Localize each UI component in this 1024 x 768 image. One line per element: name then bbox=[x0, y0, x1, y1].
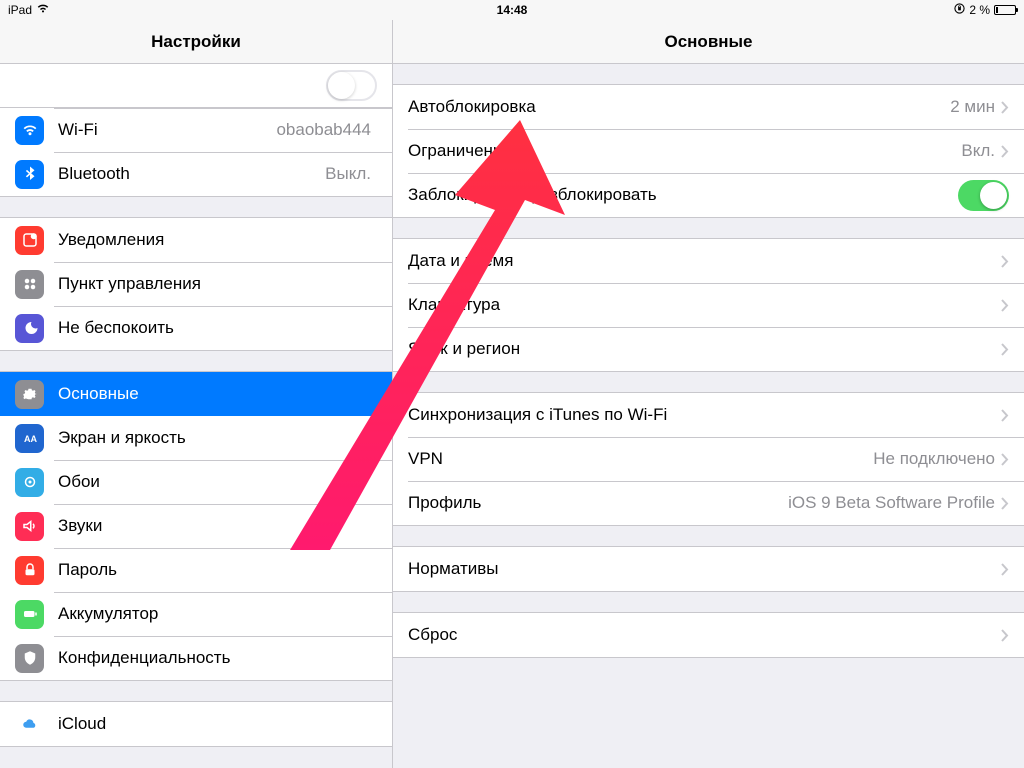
sidebar-item-label: Пункт управления bbox=[58, 274, 377, 294]
sidebar-item-label: Конфиденциальность bbox=[58, 648, 377, 668]
row-lock-unlock[interactable]: Заблокировать/разблокировать bbox=[393, 173, 1024, 217]
row-label: Автоблокировка bbox=[408, 97, 950, 117]
sidebar-item-label: Wi-Fi bbox=[58, 120, 276, 140]
row-vpn[interactable]: VPN Не подключено bbox=[393, 437, 1024, 481]
row-value: iOS 9 Beta Software Profile bbox=[788, 493, 995, 513]
detail-scroll[interactable]: Автоблокировка 2 мин Ограничения Вкл. За… bbox=[393, 64, 1024, 768]
battery-percent: 2 % bbox=[969, 3, 990, 17]
chevron-right-icon bbox=[1001, 409, 1009, 422]
status-right: 2 % bbox=[954, 3, 1016, 17]
sidebar-item-wallpaper[interactable]: Обои bbox=[0, 460, 392, 504]
row-label: Нормативы bbox=[408, 559, 1001, 579]
row-autolock[interactable]: Автоблокировка 2 мин bbox=[393, 85, 1024, 129]
sidebar-item-label: Bluetooth bbox=[58, 164, 325, 184]
row-value: Не подключено bbox=[873, 449, 995, 469]
sidebar-item-dnd[interactable]: Не беспокоить bbox=[0, 306, 392, 350]
sidebar-item-label: Обои bbox=[58, 472, 377, 492]
status-bar: iPad 14:48 2 % bbox=[0, 0, 1024, 20]
wallpaper-icon bbox=[15, 468, 44, 497]
status-left: iPad bbox=[8, 3, 50, 17]
sidebar-item-label: Звуки bbox=[58, 516, 377, 536]
sidebar-item-privacy[interactable]: Конфиденциальность bbox=[0, 636, 392, 680]
gear-icon bbox=[15, 380, 44, 409]
status-time: 14:48 bbox=[497, 3, 528, 17]
sidebar-item-label: Экран и яркость bbox=[58, 428, 377, 448]
notifications-icon bbox=[15, 226, 44, 255]
sidebar-item-label: Основные bbox=[58, 384, 377, 404]
lock-unlock-toggle[interactable] bbox=[958, 180, 1009, 211]
row-label: Язык и регион bbox=[408, 339, 1001, 359]
bluetooth-icon bbox=[15, 160, 44, 189]
sidebar-item-label: Аккумулятор bbox=[58, 604, 377, 624]
chevron-right-icon bbox=[1001, 101, 1009, 114]
row-value: Вкл. bbox=[961, 141, 995, 161]
airplane-toggle[interactable] bbox=[326, 70, 377, 101]
sidebar-item-sounds[interactable]: Звуки bbox=[0, 504, 392, 548]
svg-text:AA: AA bbox=[24, 434, 37, 444]
sidebar-item-label: Пароль bbox=[58, 560, 377, 580]
rotation-lock-icon bbox=[954, 3, 965, 17]
row-regulatory[interactable]: Нормативы bbox=[393, 547, 1024, 591]
row-profile[interactable]: Профиль iOS 9 Beta Software Profile bbox=[393, 481, 1024, 525]
sidebar-item-icloud[interactable]: iCloud bbox=[0, 702, 392, 746]
chevron-right-icon bbox=[1001, 629, 1009, 642]
row-label: Дата и время bbox=[408, 251, 1001, 271]
chevron-right-icon bbox=[1001, 299, 1009, 312]
sidebar-item-general[interactable]: Основные bbox=[0, 372, 392, 416]
row-label: Профиль bbox=[408, 493, 788, 513]
sidebar-item-battery[interactable]: Аккумулятор bbox=[0, 592, 392, 636]
chevron-right-icon bbox=[1001, 145, 1009, 158]
wifi-icon bbox=[36, 3, 50, 17]
dnd-icon bbox=[15, 314, 44, 343]
sidebar-item-value: Выкл. bbox=[325, 164, 371, 184]
row-itunes-wifi-sync[interactable]: Синхронизация с iTunes по Wi-Fi bbox=[393, 393, 1024, 437]
sidebar-item-bluetooth[interactable]: Bluetooth Выкл. bbox=[0, 152, 392, 196]
sidebar-item-passcode[interactable]: Пароль bbox=[0, 548, 392, 592]
sidebar-item-airplane[interactable] bbox=[0, 64, 392, 108]
sidebar-title: Настройки bbox=[0, 20, 392, 64]
chevron-right-icon bbox=[1001, 497, 1009, 510]
detail-title: Основные bbox=[393, 20, 1024, 64]
sidebar-item-label: Не беспокоить bbox=[58, 318, 377, 338]
device-name: iPad bbox=[8, 3, 32, 17]
row-label: Заблокировать/разблокировать bbox=[408, 185, 958, 205]
sounds-icon bbox=[15, 512, 44, 541]
row-label: Синхронизация с iTunes по Wi-Fi bbox=[408, 405, 1001, 425]
sidebar-item-control-center[interactable]: Пункт управления bbox=[0, 262, 392, 306]
sidebar-item-display[interactable]: AA Экран и яркость bbox=[0, 416, 392, 460]
icloud-icon bbox=[15, 710, 44, 739]
sidebar-item-label: Уведомления bbox=[58, 230, 377, 250]
sidebar-item-label: iCloud bbox=[58, 714, 377, 734]
chevron-right-icon bbox=[1001, 453, 1009, 466]
row-label: Ограничения bbox=[408, 141, 961, 161]
row-keyboard[interactable]: Клавиатура bbox=[393, 283, 1024, 327]
battery-icon bbox=[994, 5, 1016, 15]
row-label: Клавиатура bbox=[408, 295, 1001, 315]
sidebar-item-notifications[interactable]: Уведомления bbox=[0, 218, 392, 262]
row-reset[interactable]: Сброс bbox=[393, 613, 1024, 657]
wifi-settings-icon bbox=[15, 116, 44, 145]
row-restrictions[interactable]: Ограничения Вкл. bbox=[393, 129, 1024, 173]
row-label: Сброс bbox=[408, 625, 1001, 645]
sidebar-item-wifi[interactable]: Wi-Fi obaobab444 bbox=[0, 108, 392, 152]
settings-sidebar: Настройки Wi-Fi obaobab444 Blue bbox=[0, 20, 393, 768]
detail-panel: Основные Автоблокировка 2 мин Ограничени… bbox=[393, 20, 1024, 768]
display-icon: AA bbox=[15, 424, 44, 453]
battery-settings-icon bbox=[15, 600, 44, 629]
row-label: VPN bbox=[408, 449, 873, 469]
row-language-region[interactable]: Язык и регион bbox=[393, 327, 1024, 371]
chevron-right-icon bbox=[1001, 563, 1009, 576]
control-center-icon bbox=[15, 270, 44, 299]
sidebar-item-value: obaobab444 bbox=[276, 120, 371, 140]
lock-icon bbox=[15, 556, 44, 585]
row-datetime[interactable]: Дата и время bbox=[393, 239, 1024, 283]
row-value: 2 мин bbox=[950, 97, 995, 117]
privacy-icon bbox=[15, 644, 44, 673]
sidebar-scroll[interactable]: Wi-Fi obaobab444 Bluetooth Выкл. Уведом bbox=[0, 64, 392, 768]
chevron-right-icon bbox=[1001, 343, 1009, 356]
chevron-right-icon bbox=[1001, 255, 1009, 268]
